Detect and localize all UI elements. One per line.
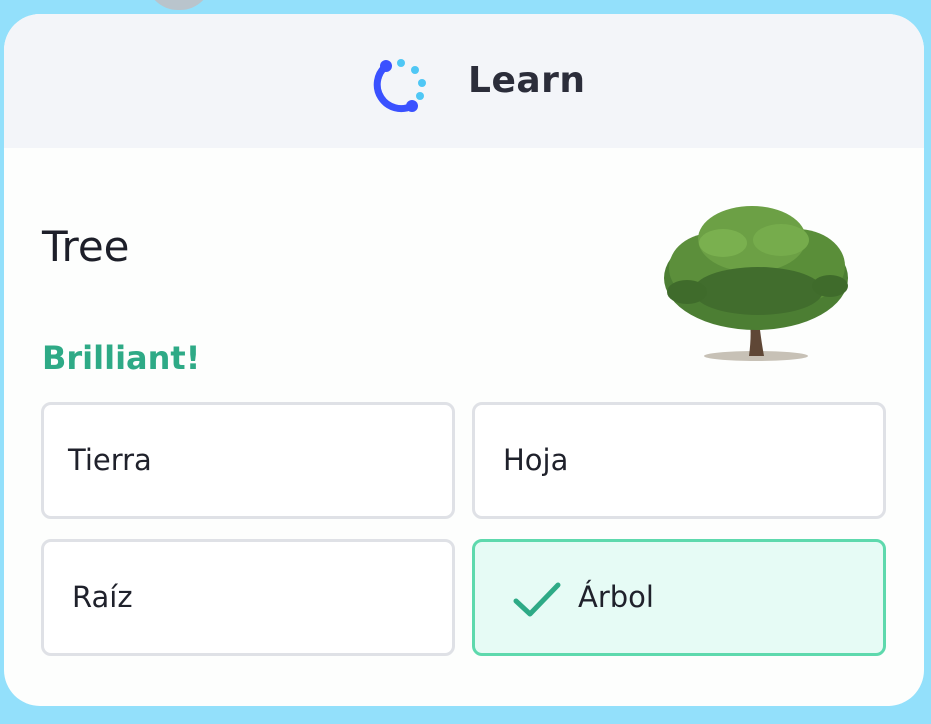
feedback-message: Brilliant! [42,339,201,377]
app-header: Learn [4,14,924,148]
option-label: Raíz [72,580,133,614]
option-label: Hoja [503,443,569,477]
prompt-word: Tree [42,222,130,271]
option-tierra[interactable]: Tierra [41,402,455,519]
app-title: Learn [468,60,586,101]
option-hoja[interactable]: Hoja [472,402,886,519]
option-label: Árbol [578,580,654,614]
option-raiz[interactable]: Raíz [41,539,455,656]
option-arbol-correct[interactable]: Árbol [472,539,886,656]
lesson-card: Learn Tree Brilliant! Tierra Hoja Raíz Á… [4,14,924,706]
option-label: Tierra [68,443,152,477]
learn-logo-icon [373,59,426,113]
checkmark-icon [513,582,561,617]
top-decoration [146,0,212,10]
app-frame: Learn Tree Brilliant! Tierra Hoja Raíz Á… [0,0,931,724]
tree-icon [664,206,848,361]
